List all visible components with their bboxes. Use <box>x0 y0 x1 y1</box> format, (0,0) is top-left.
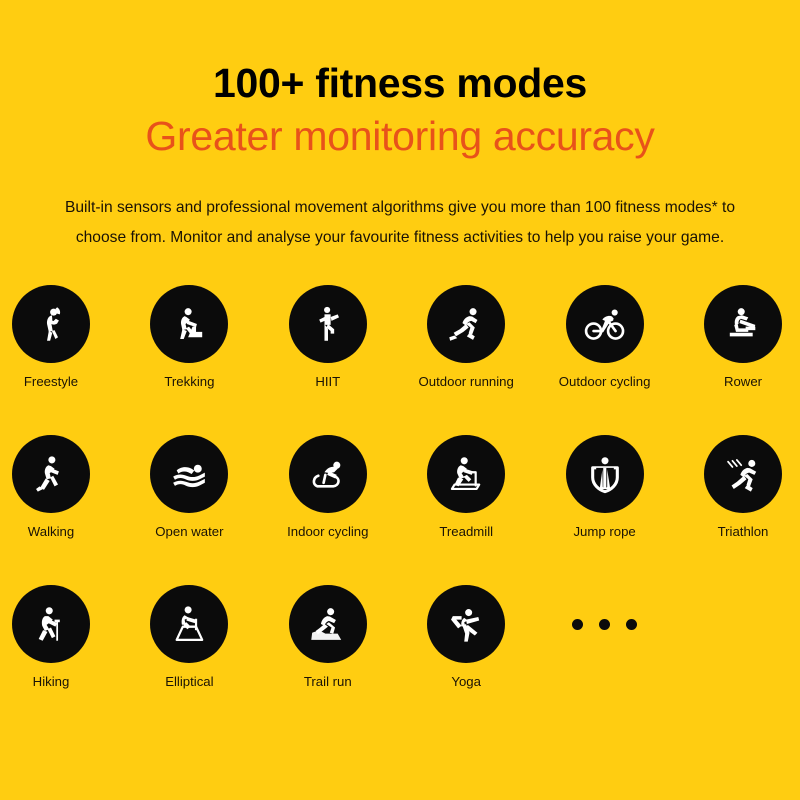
fitness-mode-walking[interactable]: Walking <box>0 435 120 540</box>
fitness-modes-row: Freestyle Trekking HIIT Outdoor running Outd… <box>0 285 800 435</box>
triathlon-icon <box>704 435 782 513</box>
fitness-mode-label: Freestyle <box>23 374 79 389</box>
fitness-mode-label: Trail run <box>303 674 352 689</box>
fitness-mode-label: Treadmill <box>439 524 494 539</box>
rower-icon <box>704 285 782 363</box>
open-water-icon <box>150 435 229 513</box>
page-subtitle: Greater monitoring accuracy <box>145 113 655 159</box>
fitness-mode-rower[interactable]: Rower <box>674 285 800 390</box>
fitness-mode-label: Elliptical <box>165 674 214 689</box>
body-copy-line-1: Built-in sensors and professional moveme… <box>64 199 735 216</box>
freestyle-icon <box>12 285 90 363</box>
fitness-mode-trekking[interactable]: Trekking <box>120 285 258 390</box>
fitness-mode-label: Open water <box>155 524 224 539</box>
fitness-mode-label: Outdoor cycling <box>558 374 651 389</box>
hiit-icon <box>288 285 367 363</box>
outdoor-running-icon <box>427 285 506 363</box>
fitness-mode-label: Yoga <box>451 674 481 689</box>
fitness-mode-hiking[interactable]: Hiking <box>0 585 120 690</box>
fitness-mode-treadmill[interactable]: Treadmill <box>397 435 535 540</box>
fitness-mode-yoga[interactable]: Yoga <box>397 585 535 690</box>
fitness-modes-page: 100+ fitness modes Greater monitoring ac… <box>0 0 800 800</box>
fitness-mode-trail-run[interactable]: Trail run <box>259 585 397 690</box>
fitness-mode-freestyle[interactable]: Freestyle <box>0 285 120 390</box>
fitness-mode-open-water[interactable]: Open water <box>120 435 258 540</box>
heading-block: 100+ fitness modes Greater monitoring ac… <box>0 58 800 164</box>
fitness-mode-label: Jump rope <box>573 524 636 539</box>
ellipsis-dot <box>599 618 611 630</box>
fitness-mode-label: Triathlon <box>717 524 769 539</box>
outdoor-cycling-icon <box>565 285 644 363</box>
fitness-modes-grid: Freestyle Trekking HIIT Outdoor running Outd… <box>0 285 800 735</box>
fitness-modes-row: Hiking Elliptical Trail run Yoga <box>0 585 800 735</box>
ellipsis-dot <box>572 618 584 630</box>
fitness-modes-row: Walking Open water Indoor cycling Treadmill… <box>0 435 800 585</box>
trail-run-icon <box>288 585 367 663</box>
fitness-mode-label: Hiking <box>32 674 70 689</box>
fitness-mode-triathlon[interactable]: Triathlon <box>674 435 800 540</box>
fitness-mode-label: Trekking <box>164 374 215 389</box>
more-modes-ellipsis[interactable] <box>536 618 674 630</box>
body-copy-line-2: choose from. Monitor and analyse your fa… <box>75 229 725 246</box>
page-title: 100+ fitness modes <box>212 60 588 106</box>
jump-rope-icon <box>565 435 644 513</box>
fitness-mode-outdoor-running[interactable]: Outdoor running <box>397 285 535 390</box>
fitness-mode-indoor-cycling[interactable]: Indoor cycling <box>259 435 397 540</box>
fitness-mode-hiit[interactable]: HIIT <box>259 285 397 390</box>
fitness-mode-outdoor-cycling[interactable]: Outdoor cycling <box>536 285 674 390</box>
ellipsis-dot <box>626 618 638 630</box>
treadmill-icon <box>427 435 506 513</box>
fitness-mode-label: Rower <box>723 374 763 389</box>
elliptical-icon <box>150 585 229 663</box>
fitness-mode-jump-rope[interactable]: Jump rope <box>536 435 674 540</box>
fitness-mode-label: Outdoor running <box>418 374 514 389</box>
fitness-mode-elliptical[interactable]: Elliptical <box>120 585 258 690</box>
fitness-mode-label: Indoor cycling <box>287 524 369 539</box>
indoor-cycling-icon <box>288 435 367 513</box>
body-copy: Built-in sensors and professional moveme… <box>26 193 774 253</box>
fitness-mode-label: HIIT <box>315 374 341 389</box>
walking-icon <box>12 435 90 513</box>
fitness-mode-label: Walking <box>27 524 75 539</box>
yoga-icon <box>427 585 506 663</box>
trekking-icon <box>150 285 229 363</box>
hiking-icon <box>12 585 90 663</box>
